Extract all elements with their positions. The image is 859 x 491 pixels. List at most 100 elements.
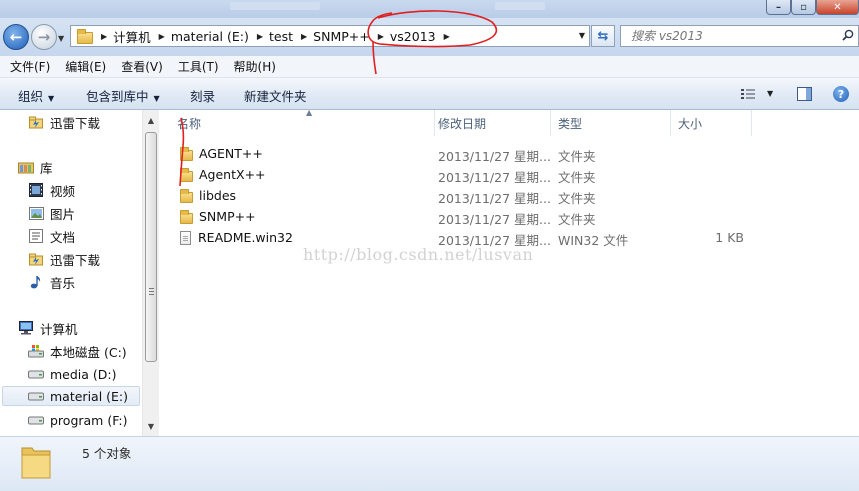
menu-tools[interactable]: 工具(T) — [168, 58, 224, 75]
breadcrumb-test[interactable]: test — [269, 29, 293, 44]
details-pane: 5 个对象 — [0, 436, 859, 491]
search-input[interactable] — [621, 26, 821, 46]
file-name: README.win32 — [180, 230, 293, 245]
column-header-size[interactable]: 大小 — [670, 110, 752, 136]
picture-icon — [28, 206, 44, 220]
nav-item-pictures[interactable]: 图片 — [28, 203, 75, 223]
nav-item-label: material (E:) — [50, 388, 129, 404]
organize-button[interactable]: 组织 ▼ — [18, 86, 54, 105]
drive-icon — [28, 389, 44, 403]
address-bar[interactable]: ▶ 计算机 ▶ material (E:) ▶ test ▶ SNMP++ ▶ … — [70, 25, 590, 47]
file-date: 2013/11/27 星期... — [438, 170, 551, 185]
address-history-dropdown-icon[interactable]: ▼ — [579, 31, 585, 40]
nav-item-videos[interactable]: 视频 — [28, 180, 75, 200]
include-in-library-label: 包含到库中 — [86, 89, 149, 104]
include-in-library-button[interactable]: 包含到库中 ▼ — [86, 86, 160, 105]
table-row[interactable]: SNMP++ 2013/11/27 星期... 文件夹 — [160, 207, 859, 228]
nav-item-label: program (F:) — [50, 412, 128, 428]
table-row[interactable]: AGENT++ 2013/11/27 星期... 文件夹 — [160, 144, 859, 165]
minimize-button[interactable]: – — [766, 0, 791, 15]
nav-item-drive-d[interactable]: media (D:) — [28, 364, 117, 384]
folder-icon — [180, 146, 193, 161]
address-row: ← → ▼ ▶ 计算机 ▶ material (E:) ▶ test ▶ SNM… — [0, 18, 859, 56]
file-type: 文件夹 — [558, 191, 596, 206]
nav-item-music[interactable]: 音乐 — [28, 272, 75, 292]
view-options-icon[interactable] — [741, 88, 755, 100]
grip-icon — [149, 288, 154, 295]
file-name: libdes — [180, 188, 236, 203]
nav-item-drive-c[interactable]: 本地磁盘 (C:) — [28, 341, 127, 361]
folder-icon — [180, 167, 193, 182]
column-header-date[interactable]: 修改日期 — [430, 110, 551, 136]
column-name-label: 名称 — [177, 116, 202, 131]
breadcrumb-computer[interactable]: 计算机 — [113, 27, 151, 46]
chevron-right-icon[interactable]: ▶ — [301, 32, 307, 41]
search-box[interactable] — [620, 25, 859, 47]
menu-file[interactable]: 文件(F) — [0, 58, 55, 75]
refresh-button[interactable]: ⇆ — [591, 25, 615, 47]
nav-item-label: media (D:) — [50, 366, 117, 382]
burn-button[interactable]: 刻录 — [190, 86, 215, 105]
library-icon — [18, 160, 34, 174]
nav-item-documents[interactable]: 文档 — [28, 226, 75, 246]
file-name: SNMP++ — [180, 209, 256, 224]
menu-edit[interactable]: 编辑(E) — [55, 58, 111, 75]
file-name-text: libdes — [199, 188, 237, 203]
forward-button[interactable]: → — [31, 24, 57, 50]
nav-item-drive-f[interactable]: program (F:) — [28, 410, 128, 430]
nav-item-label: 计算机 — [40, 321, 78, 337]
maximize-button[interactable]: ▫ — [791, 0, 816, 15]
scroll-thumb[interactable] — [145, 132, 157, 362]
file-type: 文件夹 — [558, 212, 596, 227]
column-header-type[interactable]: 类型 — [550, 110, 671, 136]
breadcrumb-vs2013[interactable]: vs2013 — [390, 29, 436, 44]
back-button[interactable]: ← — [3, 24, 29, 50]
chevron-right-icon[interactable]: ▶ — [378, 32, 384, 41]
breadcrumb-material[interactable]: material (E:) — [171, 29, 249, 44]
nav-item-label: 音乐 — [50, 275, 76, 291]
chevron-right-icon[interactable]: ▶ — [159, 32, 165, 41]
scroll-down-icon[interactable]: ▼ — [143, 418, 159, 434]
navigation-scrollbar[interactable]: ▲ ▼ — [142, 110, 159, 436]
file-name-text: README.win32 — [198, 230, 293, 245]
column-header-name[interactable]: 名称 ▲ — [169, 108, 435, 136]
menu-bar: 文件(F) 编辑(E) 查看(V) 工具(T) 帮助(H) — [0, 56, 859, 78]
folder-icon — [180, 188, 193, 203]
video-icon — [28, 183, 44, 197]
breadcrumb-snmp[interactable]: SNMP++ — [313, 29, 370, 44]
chevron-right-icon[interactable]: ▶ — [257, 32, 263, 41]
file-name-text: AGENT++ — [199, 146, 263, 161]
view-dropdown-icon[interactable]: ▼ — [767, 89, 773, 98]
chevron-right-icon[interactable]: ▶ — [444, 32, 450, 41]
file-type: 文件夹 — [558, 149, 596, 164]
folder-icon — [21, 447, 51, 479]
nav-item-thunder-download[interactable]: 迅雷下载 — [28, 112, 100, 132]
menu-help[interactable]: 帮助(H) — [224, 58, 281, 75]
watermark: http://blog.csdn.net/lusvan — [303, 245, 534, 264]
new-folder-button[interactable]: 新建文件夹 — [244, 86, 307, 105]
file-size: 1 KB — [715, 230, 744, 245]
scroll-up-icon[interactable]: ▲ — [143, 112, 159, 128]
folder-icon — [77, 28, 93, 44]
nav-item-library[interactable]: 库 — [18, 157, 53, 177]
table-row[interactable]: libdes 2013/11/27 星期... 文件夹 — [160, 186, 859, 207]
nav-item-label: 本地磁盘 (C:) — [50, 344, 127, 360]
sort-ascending-icon: ▲ — [306, 108, 313, 117]
chevron-right-icon[interactable]: ▶ — [101, 32, 107, 41]
nav-item-label: 库 — [40, 160, 53, 176]
preview-pane-icon[interactable] — [797, 87, 812, 101]
nav-item-thunder-download-2[interactable]: 迅雷下载 — [28, 249, 100, 269]
table-row[interactable]: AgentX++ 2013/11/27 星期... 文件夹 — [160, 165, 859, 186]
close-button[interactable]: ✕ — [816, 0, 859, 15]
system-drive-icon — [28, 344, 44, 358]
file-type: 文件夹 — [558, 170, 596, 185]
recent-pages-dropdown-icon[interactable]: ▼ — [58, 34, 64, 43]
nav-item-computer[interactable]: 计算机 — [18, 318, 78, 338]
menu-view[interactable]: 查看(V) — [111, 58, 168, 75]
nav-item-drive-e[interactable]: material (E:) — [2, 386, 140, 406]
search-icon[interactable] — [842, 29, 854, 41]
nav-item-label: 视频 — [50, 183, 76, 199]
file-date: 2013/11/27 星期... — [438, 212, 551, 227]
item-count: 5 个对象 — [82, 446, 132, 461]
help-icon[interactable]: ? — [833, 86, 849, 102]
